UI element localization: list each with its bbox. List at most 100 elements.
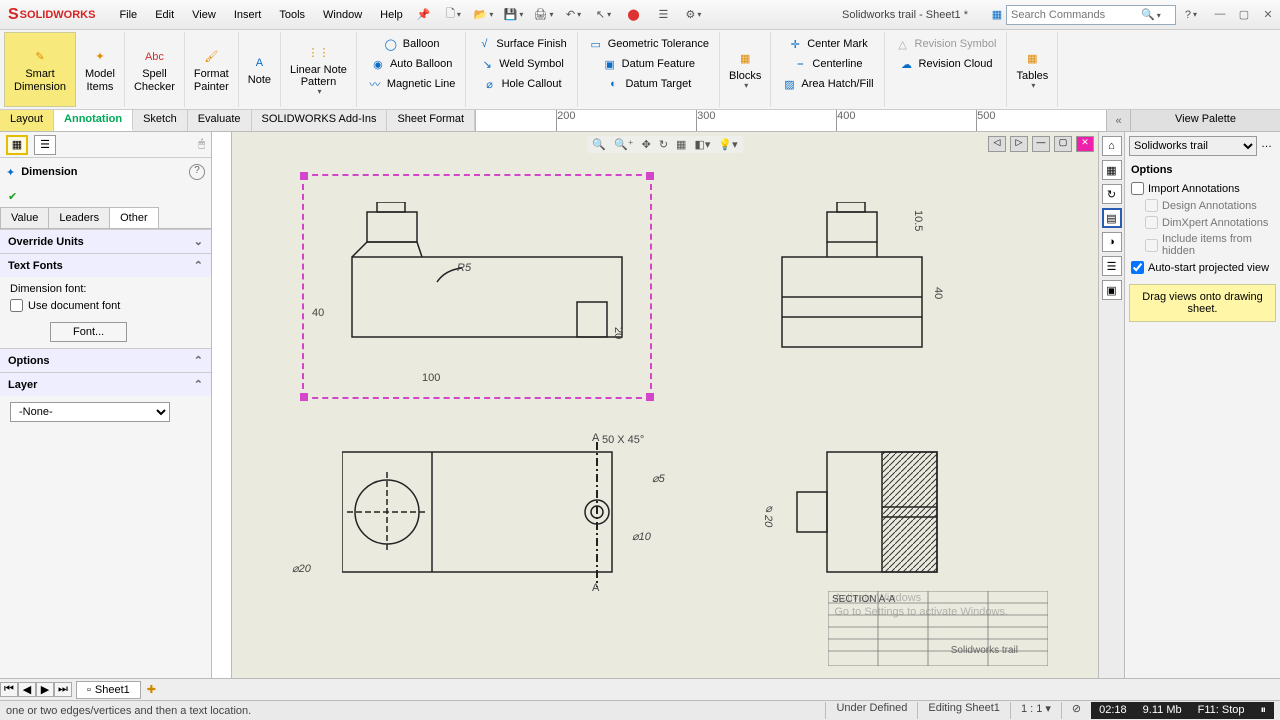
- sheet-prev-button[interactable]: ◀: [18, 682, 36, 697]
- subtab-other[interactable]: Other: [109, 207, 159, 228]
- settings-icon[interactable]: ⚙▾: [684, 6, 702, 24]
- menu-insert[interactable]: Insert: [226, 5, 270, 25]
- pm-help-icon[interactable]: ?: [189, 164, 205, 180]
- font-button[interactable]: Font...: [50, 322, 127, 342]
- minimize-button[interactable]: —: [1210, 8, 1230, 21]
- tp-appearances-icon[interactable]: ◑: [1102, 232, 1122, 252]
- smart-dimension-button[interactable]: ✎ Smart Dimension: [11, 44, 69, 94]
- canvas-close-button[interactable]: ✕: [1076, 136, 1094, 152]
- add-sheet-button[interactable]: ✚: [141, 683, 162, 696]
- sheet-next-button[interactable]: ▶: [36, 682, 54, 697]
- datum-target-button[interactable]: ◐Datum Target: [601, 74, 695, 94]
- menu-view[interactable]: View: [184, 5, 224, 25]
- subtab-value[interactable]: Value: [0, 207, 49, 228]
- pm-ok-button[interactable]: ✔: [0, 186, 211, 207]
- tp-custom-props-icon[interactable]: ☰: [1102, 256, 1122, 276]
- print-icon[interactable]: 🖨▾: [534, 6, 552, 24]
- open-icon[interactable]: 📂▾: [474, 6, 492, 24]
- pin-icon[interactable]: 📌: [417, 8, 431, 21]
- pm-tree-tab[interactable]: ☰: [34, 135, 56, 155]
- tab-evaluate[interactable]: Evaluate: [188, 110, 252, 131]
- top-view[interactable]: [342, 442, 642, 592]
- view-palette-collapse[interactable]: «: [1106, 110, 1130, 131]
- canvas-max-button[interactable]: ▢: [1054, 136, 1072, 152]
- note-button[interactable]: ANote: [245, 50, 274, 88]
- save-icon[interactable]: 💾▾: [504, 6, 522, 24]
- dim-r5[interactable]: R5: [457, 262, 471, 274]
- section-view[interactable]: [787, 442, 957, 592]
- linear-note-pattern-button[interactable]: ⋮⋮Linear Note Pattern▾: [287, 40, 350, 99]
- tab-sketch[interactable]: Sketch: [133, 110, 188, 131]
- dim-phi20r[interactable]: ⌀20: [762, 502, 775, 527]
- rebuild-icon[interactable]: ⬤: [624, 6, 642, 24]
- section-view-icon[interactable]: ▦: [676, 138, 686, 151]
- centerline-button[interactable]: ⎯Centerline: [788, 54, 866, 74]
- status-scale[interactable]: 1 : 1 ▾: [1010, 702, 1061, 719]
- tab-annotation[interactable]: Annotation: [54, 110, 133, 131]
- vp-browse-button[interactable]: …: [1257, 136, 1276, 156]
- sheet-last-button[interactable]: ⏭: [54, 682, 72, 697]
- hole-callout-button[interactable]: ⌀Hole Callout: [478, 74, 566, 94]
- vp-model-select[interactable]: Solidworks trail: [1129, 136, 1257, 156]
- model-items-button[interactable]: ✦Model Items: [82, 44, 118, 94]
- revision-cloud-button[interactable]: ☁Revision Cloud: [895, 54, 997, 74]
- zoom-fit-icon[interactable]: 🔍: [592, 138, 606, 151]
- sheet1-tab[interactable]: ▫ Sheet1: [76, 681, 141, 699]
- datum-feature-button[interactable]: ▣Datum Feature: [598, 54, 699, 74]
- menu-file[interactable]: File: [111, 5, 145, 25]
- canvas-next-button[interactable]: ▷: [1010, 136, 1028, 152]
- select-icon[interactable]: ↖▾: [594, 6, 612, 24]
- sheet-first-button[interactable]: ⏮: [0, 682, 18, 697]
- dim-phi10[interactable]: ⌀10: [632, 530, 651, 543]
- subtab-leaders[interactable]: Leaders: [48, 207, 110, 228]
- section-a-bot[interactable]: A: [592, 582, 599, 594]
- tp-design-lib-icon[interactable]: ▦: [1102, 160, 1122, 180]
- pan-icon[interactable]: ✥: [642, 138, 651, 151]
- hide-show-icon[interactable]: 💡▾: [718, 138, 737, 151]
- vp-include-hidden[interactable]: Include items from hidden: [1125, 231, 1280, 259]
- close-button[interactable]: ✕: [1258, 8, 1278, 21]
- revision-symbol-button[interactable]: △Revision Symbol: [891, 34, 1001, 54]
- dim-40[interactable]: 40: [312, 307, 324, 319]
- tp-view-palette-icon[interactable]: ▤: [1102, 208, 1122, 228]
- canvas-prev-button[interactable]: ◁: [988, 136, 1006, 152]
- help-icon[interactable]: ?▾: [1182, 6, 1200, 24]
- menu-tools[interactable]: Tools: [271, 5, 313, 25]
- status-pause-icon[interactable]: ⏸: [1253, 702, 1275, 719]
- status-custom-icon[interactable]: ⊘: [1061, 702, 1091, 719]
- options-icon[interactable]: ☰: [654, 6, 672, 24]
- area-hatch-button[interactable]: ▨Area Hatch/Fill: [777, 74, 877, 94]
- display-style-icon[interactable]: ◧▾: [694, 138, 710, 151]
- new-doc-icon[interactable]: 🗋▾: [444, 6, 462, 24]
- dim-20r[interactable]: 20: [612, 327, 624, 339]
- options-header[interactable]: Options⌃: [0, 349, 211, 372]
- tp-home-icon[interactable]: ⌂: [1102, 136, 1122, 156]
- tables-button[interactable]: ▦Tables▾: [1013, 46, 1051, 93]
- status-f11[interactable]: F11: Stop: [1190, 702, 1253, 719]
- search-icon[interactable]: 🔍▾: [1141, 8, 1161, 21]
- vp-import-annotations[interactable]: Import Annotations: [1125, 180, 1280, 197]
- surface-finish-button[interactable]: √Surface Finish: [472, 34, 570, 54]
- magnetic-line-button[interactable]: 〰Magnetic Line: [363, 74, 460, 94]
- vp-auto-start-projected[interactable]: Auto-start projected view: [1125, 259, 1280, 276]
- use-doc-font-checkbox[interactable]: Use document font: [10, 299, 201, 312]
- dim-10-5[interactable]: 10.5: [912, 210, 924, 231]
- sw-sheet-icon[interactable]: ▦: [988, 6, 1006, 24]
- center-mark-button[interactable]: ✛Center Mark: [783, 34, 872, 54]
- tab-sheet-format[interactable]: Sheet Format: [387, 110, 475, 131]
- dim-phi5[interactable]: ⌀5: [652, 472, 665, 485]
- menu-edit[interactable]: Edit: [147, 5, 182, 25]
- section-a-top[interactable]: A: [592, 432, 599, 444]
- layer-header[interactable]: Layer⌃: [0, 373, 211, 396]
- blocks-button[interactable]: ▦Blocks▾: [726, 46, 764, 93]
- menu-help[interactable]: Help: [372, 5, 411, 25]
- balloon-button[interactable]: ◯Balloon: [379, 34, 444, 54]
- front-view[interactable]: [327, 202, 627, 392]
- dim-phi20l[interactable]: ⌀20: [292, 562, 311, 575]
- weld-symbol-button[interactable]: ↘Weld Symbol: [475, 54, 568, 74]
- layer-select[interactable]: -None-: [10, 402, 170, 422]
- drawing-canvas[interactable]: 🔍 🔍⁺ ✥ ↻ ▦ ◧▾ 💡▾ ◁ ▷ — ▢ ✕: [232, 132, 1098, 678]
- spell-checker-button[interactable]: AbcSpell Checker: [131, 44, 178, 94]
- search-input[interactable]: [1011, 9, 1141, 21]
- menu-window[interactable]: Window: [315, 5, 370, 25]
